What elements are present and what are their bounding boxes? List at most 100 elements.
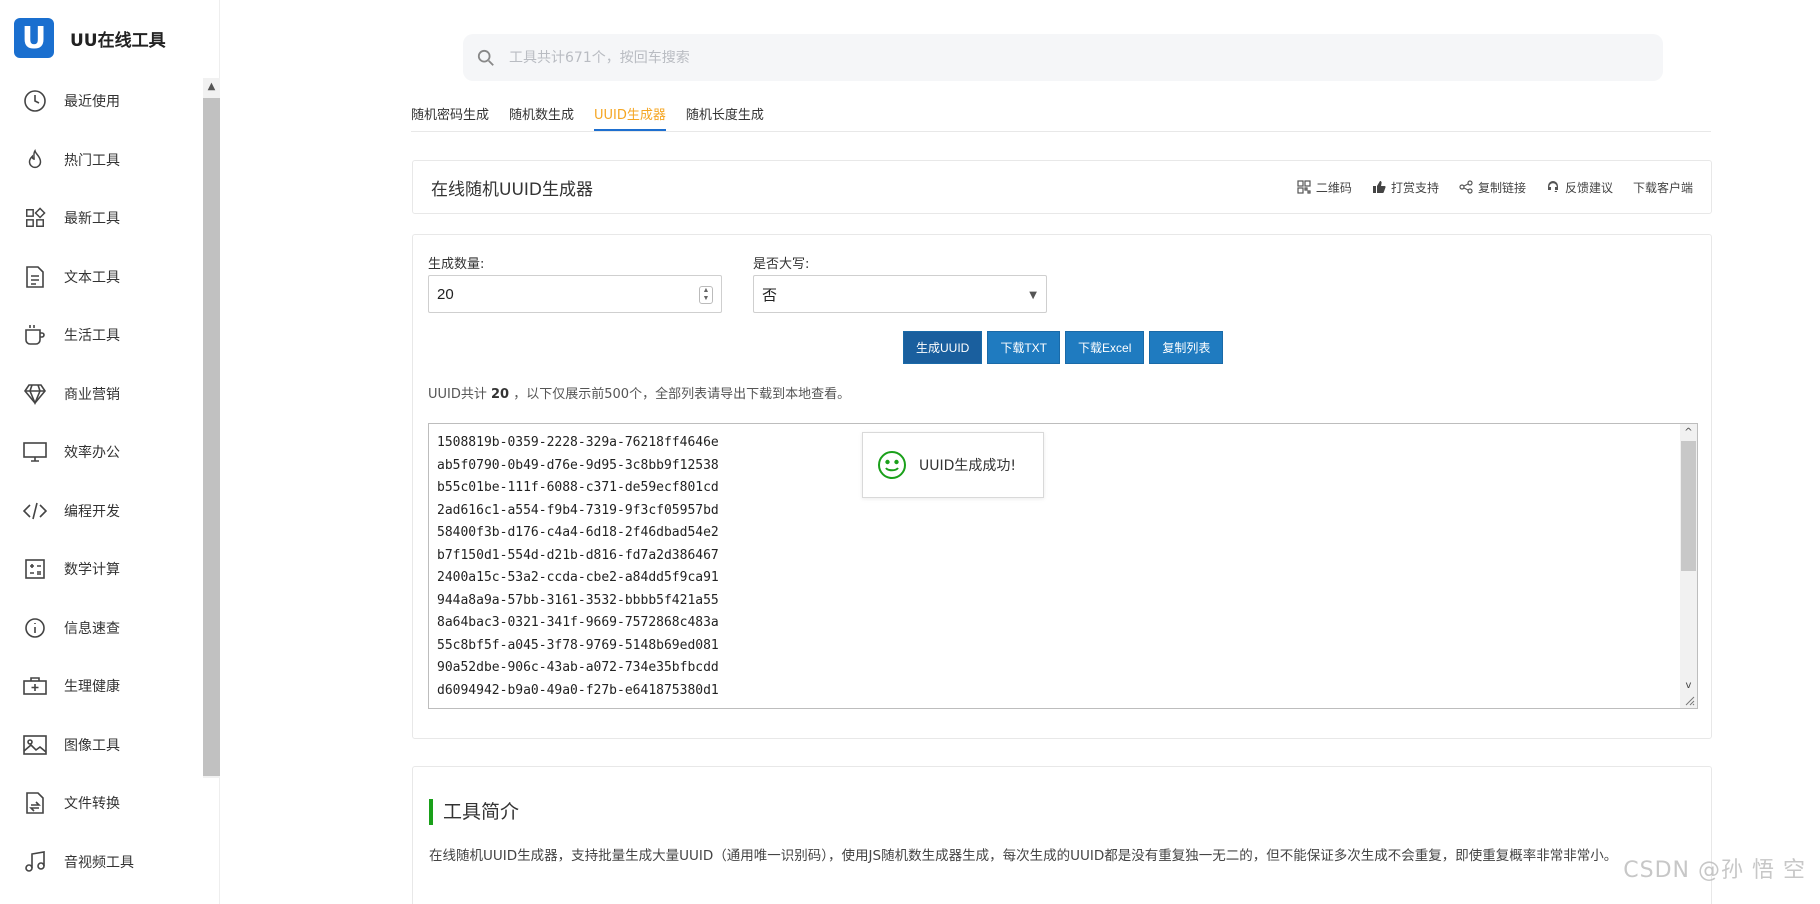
- uppercase-select[interactable]: 否 ▼: [753, 275, 1047, 313]
- headset-icon: [1547, 181, 1558, 192]
- uuid-list: 1508819b-0359-2228-329a-76218ff4646e ab5…: [429, 424, 1697, 702]
- sidebar-item-health[interactable]: 生理健康: [0, 657, 200, 716]
- health-icon: [22, 673, 48, 699]
- intro-text: 在线随机UUID生成器，支持批量生成大量UUID（通用唯一识别码），使用JS随机…: [429, 848, 1618, 864]
- uuid-line: 2ad616c1-a554-f9b4-7319-9f3cf05957bd: [437, 502, 719, 518]
- tab-password[interactable]: 随机密码生成: [411, 100, 489, 131]
- sidebar-item-label: 热门工具: [64, 152, 120, 169]
- download-txt-button[interactable]: 下载TXT: [987, 331, 1061, 364]
- brand[interactable]: U UU在线工具: [14, 18, 166, 58]
- info-count: 20: [491, 387, 510, 402]
- sidebar-item-label: 文件转换: [64, 796, 120, 813]
- action-buttons: 生成UUID 下载TXT 下载Excel 复制列表: [903, 331, 1224, 364]
- sidebar-item-text[interactable]: 文本工具: [0, 248, 200, 307]
- monitor-icon: [22, 439, 48, 465]
- search-bar[interactable]: [463, 34, 1663, 81]
- feedback-button[interactable]: 反馈建议: [1546, 179, 1613, 196]
- scrollbar-thumb[interactable]: [1681, 441, 1696, 571]
- sidebar-item-info[interactable]: 信息速查: [0, 599, 200, 658]
- download-client-button[interactable]: 下载客户端: [1633, 179, 1693, 196]
- sidebar-item-label: 音视频工具: [64, 854, 134, 871]
- chevron-down-icon: ▼: [1029, 290, 1037, 301]
- sidebar-item-math[interactable]: 数学计算: [0, 540, 200, 599]
- sidebar-item-office[interactable]: 效率办公: [0, 423, 200, 482]
- sidebar-item-business[interactable]: 商业营销: [0, 365, 200, 424]
- uuid-line: 2400a15c-53a2-ccda-cbe2-a84dd5f9ca91: [437, 570, 719, 585]
- chevron-up-icon[interactable]: ^: [1680, 424, 1697, 441]
- resize-grip-icon[interactable]: [1683, 694, 1695, 706]
- uuid-line: ab5f0790-0b49-d76e-9d95-3c8bb9f12538: [437, 457, 719, 473]
- info-prefix: UUID共计: [428, 387, 487, 402]
- copy-link-button[interactable]: 复制链接: [1459, 179, 1526, 196]
- cup-icon: [22, 322, 48, 348]
- watermark: CSDN @孙 悟 空: [1623, 858, 1806, 883]
- scrollbar-thumb[interactable]: [203, 98, 220, 776]
- sidebar-item-label: 编程开发: [64, 503, 120, 520]
- uuid-line: d6094942-b9a0-49a0-f27b-e641875380d1: [437, 682, 719, 698]
- search-icon: [477, 49, 494, 66]
- sidebar-item-label: 图像工具: [64, 737, 120, 754]
- sidebar-item-label: 文本工具: [64, 269, 120, 286]
- sidebar-item-convert[interactable]: 文件转换: [0, 774, 200, 833]
- thumbs-up-icon: [1372, 181, 1386, 193]
- sidebar-item-label: 生理健康: [64, 679, 120, 696]
- code-icon: [22, 498, 48, 524]
- copy-link-label: 复制链接: [1477, 180, 1526, 195]
- feedback-label: 反馈建议: [1564, 180, 1613, 195]
- generator-card: 生成数量: 20 ▲ ▼ 是否大写: 否 ▼ 生成UUID 下载TXT 下载Exc…: [412, 234, 1712, 739]
- info-suffix: ，以下仅展示前500个，全部列表请导出下载到本地查看。: [513, 387, 851, 402]
- count-label: 生成数量:: [428, 257, 485, 272]
- intro-card: 工具简介 在线随机UUID生成器，支持批量生成大量UUID（通用唯一识别码），使…: [412, 766, 1712, 904]
- sidebar-item-label: 最新工具: [64, 211, 120, 228]
- scroll-up-icon[interactable]: ▲: [203, 78, 220, 95]
- sidebar-nav: 最近使用 热门工具 最新工具 文本工具 生活工具 商业营销 效率办公 编程开发: [0, 72, 200, 891]
- tab-random-number[interactable]: 随机数生成: [509, 100, 574, 131]
- copy-list-button[interactable]: 复制列表: [1149, 331, 1224, 364]
- quantity-stepper[interactable]: 20 ▲ ▼: [428, 275, 722, 313]
- uuid-output-textarea[interactable]: 1508819b-0359-2228-329a-76218ff4646e ab5…: [428, 423, 1698, 709]
- textarea-scrollbar[interactable]: ^ v: [1680, 424, 1697, 708]
- sidebar-item-label: 商业营销: [64, 386, 120, 403]
- sidebar-scrollbar[interactable]: ▲: [203, 78, 220, 778]
- qrcode-button[interactable]: 二维码: [1297, 179, 1352, 196]
- toast-message: UUID生成成功!: [919, 458, 1017, 474]
- uuid-line: 8a64bac3-0321-341f-9669-7572868c483a: [437, 615, 719, 630]
- uuid-line: 58400f3b-d176-c4a4-6d18-2f46dbad54e2: [437, 525, 719, 540]
- uuid-line: b55c01be-111f-6088-c371-de59ecf801cd: [437, 480, 719, 495]
- tab-uuid[interactable]: UUID生成器: [594, 100, 666, 131]
- chevron-down-icon[interactable]: v: [1680, 677, 1697, 694]
- sidebar-item-label: 生活工具: [64, 328, 120, 345]
- sidebar-item-hot[interactable]: 热门工具: [0, 131, 200, 190]
- math-icon: [22, 556, 48, 582]
- result-info: UUID共计 20 ，以下仅展示前500个，全部列表请导出下载到本地查看。: [428, 383, 850, 402]
- sidebar-item-life[interactable]: 生活工具: [0, 306, 200, 365]
- reward-button[interactable]: 打赏支持: [1372, 179, 1439, 196]
- image-icon: [22, 732, 48, 758]
- sidebar-item-label: 数学计算: [64, 562, 120, 579]
- sidebar-item-recent[interactable]: 最近使用: [0, 72, 200, 131]
- intro-title: 工具简介: [429, 799, 519, 825]
- search-input[interactable]: [509, 49, 1609, 66]
- sidebar-item-media[interactable]: 音视频工具: [0, 833, 200, 892]
- sidebar-item-code[interactable]: 编程开发: [0, 482, 200, 541]
- spinner-icon[interactable]: ▲ ▼: [699, 286, 713, 304]
- share-icon: [1459, 180, 1473, 194]
- sidebar-item-label: 最近使用: [64, 94, 120, 111]
- uuid-line: 1508819b-0359-2228-329a-76218ff4646e: [437, 435, 719, 450]
- sidebar-item-new[interactable]: 最新工具: [0, 189, 200, 248]
- download-client-label: 下载客户端: [1632, 180, 1693, 195]
- generate-uuid-button[interactable]: 生成UUID: [903, 331, 983, 364]
- fire-icon: [22, 147, 48, 173]
- success-toast: UUID生成成功!: [862, 432, 1044, 498]
- qrcode-icon: [1297, 180, 1311, 194]
- grid-icon: [22, 205, 48, 231]
- music-icon: [22, 849, 48, 875]
- download-excel-button[interactable]: 下载Excel: [1065, 331, 1145, 364]
- uuid-line: 90a52dbe-906c-43ab-a072-734e35bfbcdd: [437, 660, 719, 675]
- sidebar-item-label: 信息速查: [64, 620, 120, 637]
- tab-random-length[interactable]: 随机长度生成: [686, 100, 764, 131]
- clock-icon: [22, 88, 48, 114]
- uuid-line: b7f150d1-554d-d21b-d816-fd7a2d386467: [437, 547, 719, 563]
- info-icon: [22, 615, 48, 641]
- sidebar-item-image[interactable]: 图像工具: [0, 716, 200, 775]
